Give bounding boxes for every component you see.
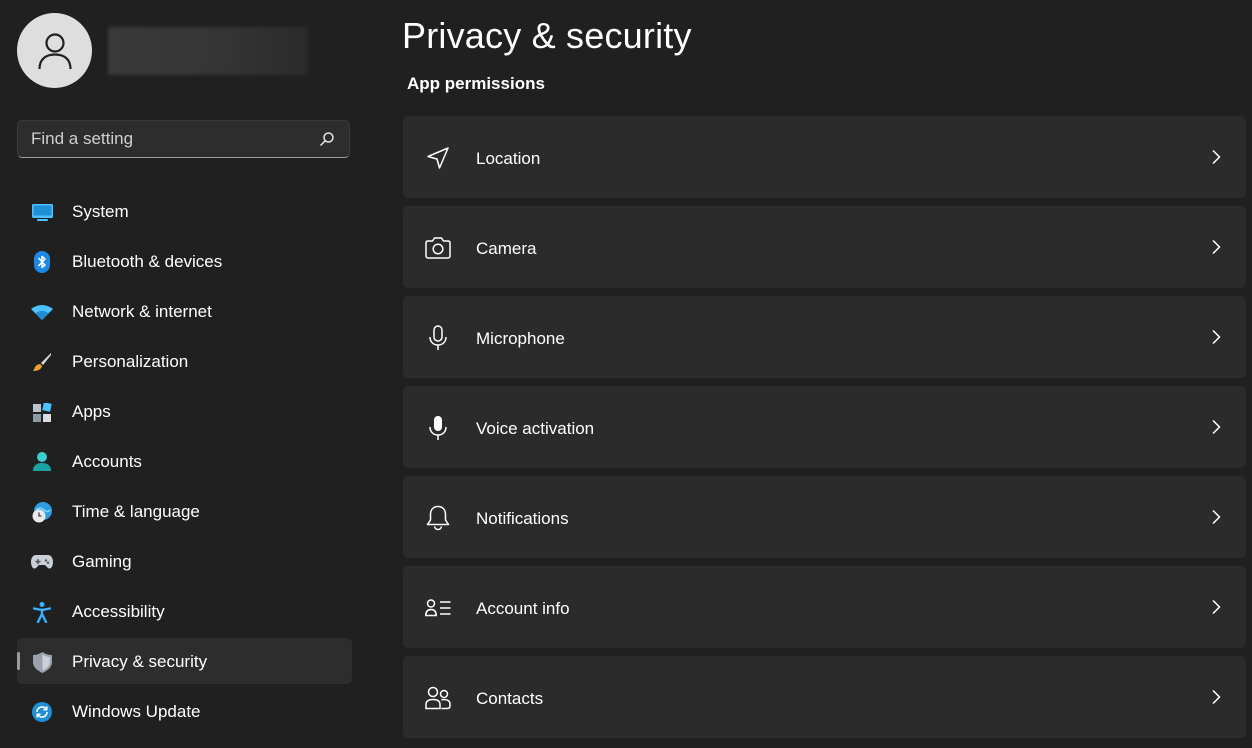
search-icon[interactable] (319, 131, 335, 147)
sidebar-item-privacy-security[interactable]: Privacy & security (17, 638, 352, 684)
sidebar-item-system[interactable]: System (17, 188, 352, 234)
main-content: Privacy & security App permissions Locat… (372, 0, 1252, 748)
location-icon (425, 145, 451, 171)
sidebar-item-accounts[interactable]: Accounts (17, 438, 352, 484)
chevron-right-icon (1212, 239, 1221, 255)
sidebar-item-label: Privacy & security (72, 652, 208, 671)
search-box[interactable] (17, 120, 350, 158)
permission-item-voice-activation[interactable]: Voice activation (403, 386, 1246, 468)
sidebar-item-accessibility[interactable]: Accessibility (17, 588, 352, 634)
settings-window: System Bluetooth & devices (0, 0, 1252, 748)
sidebar-item-network[interactable]: Network & internet (17, 288, 352, 334)
permission-item-notifications[interactable]: Notifications (403, 476, 1246, 558)
sidebar-item-label: Accessibility (72, 602, 165, 621)
profile-header[interactable] (17, 13, 317, 89)
sidebar-item-personalization[interactable]: Personalization (17, 338, 352, 384)
sidebar-item-label: Personalization (72, 352, 189, 371)
accessibility-icon (31, 601, 53, 623)
sidebar-item-bluetooth[interactable]: Bluetooth & devices (17, 238, 352, 284)
permission-item-microphone[interactable]: Microphone (403, 296, 1246, 378)
sidebar-item-windows-update[interactable]: Windows Update (17, 688, 352, 734)
chevron-right-icon (1212, 509, 1221, 525)
accounts-icon (31, 451, 53, 473)
sidebar-item-label: Time & language (72, 502, 200, 521)
apps-icon (31, 401, 53, 423)
permission-label: Account info (476, 599, 570, 618)
windows-update-icon (31, 701, 53, 723)
sidebar-item-label: Windows Update (72, 702, 201, 721)
permission-label: Camera (476, 239, 537, 258)
chevron-right-icon (1212, 329, 1221, 345)
permission-item-location[interactable]: Location (403, 116, 1246, 198)
chevron-right-icon (1212, 419, 1221, 435)
camera-icon (425, 235, 451, 261)
permission-item-camera[interactable]: Camera (403, 206, 1246, 288)
bluetooth-icon (31, 251, 53, 273)
selection-indicator (17, 652, 20, 670)
paintbrush-icon (31, 351, 53, 373)
user-avatar-icon[interactable] (17, 13, 92, 88)
page-title: Privacy & security (402, 15, 692, 56)
chevron-right-icon (1212, 599, 1221, 615)
sidebar-item-gaming[interactable]: Gaming (17, 538, 352, 584)
permission-label: Contacts (476, 689, 544, 708)
sidebar-item-label: Apps (72, 402, 111, 421)
permission-item-account-info[interactable]: Account info (403, 566, 1246, 648)
account-info-icon (425, 595, 451, 621)
sidebar-item-label: Network & internet (72, 302, 212, 321)
sidebar-nav: System Bluetooth & devices Network & int… (17, 188, 352, 738)
sidebar-item-apps[interactable]: Apps (17, 388, 352, 434)
gamepad-icon (31, 551, 53, 573)
wifi-icon (31, 301, 53, 323)
chevron-right-icon (1212, 149, 1221, 165)
sidebar-item-label: Gaming (72, 552, 132, 571)
voice-activation-icon (425, 415, 451, 441)
permission-label: Notifications (476, 509, 569, 528)
search-input[interactable] (18, 121, 321, 157)
permission-item-contacts[interactable]: Contacts (403, 656, 1246, 738)
permission-label: Voice activation (476, 419, 595, 438)
time-language-icon (31, 501, 53, 523)
sidebar: System Bluetooth & devices (0, 0, 372, 748)
section-title: App permissions (407, 74, 545, 93)
permission-label: Microphone (476, 329, 565, 348)
sidebar-item-label: Accounts (72, 452, 142, 471)
bell-icon (425, 505, 451, 531)
profile-name-redacted (108, 27, 308, 75)
contacts-icon (425, 685, 451, 711)
permission-label: Location (476, 149, 541, 168)
sidebar-item-label: System (72, 202, 129, 221)
sidebar-item-label: Bluetooth & devices (72, 252, 223, 271)
system-icon (31, 201, 53, 223)
shield-icon (31, 651, 53, 673)
permissions-list: Location Camera Microphone Voice activat… (403, 116, 1246, 746)
sidebar-item-time-language[interactable]: Time & language (17, 488, 352, 534)
chevron-right-icon (1212, 689, 1221, 705)
microphone-icon (425, 325, 451, 351)
